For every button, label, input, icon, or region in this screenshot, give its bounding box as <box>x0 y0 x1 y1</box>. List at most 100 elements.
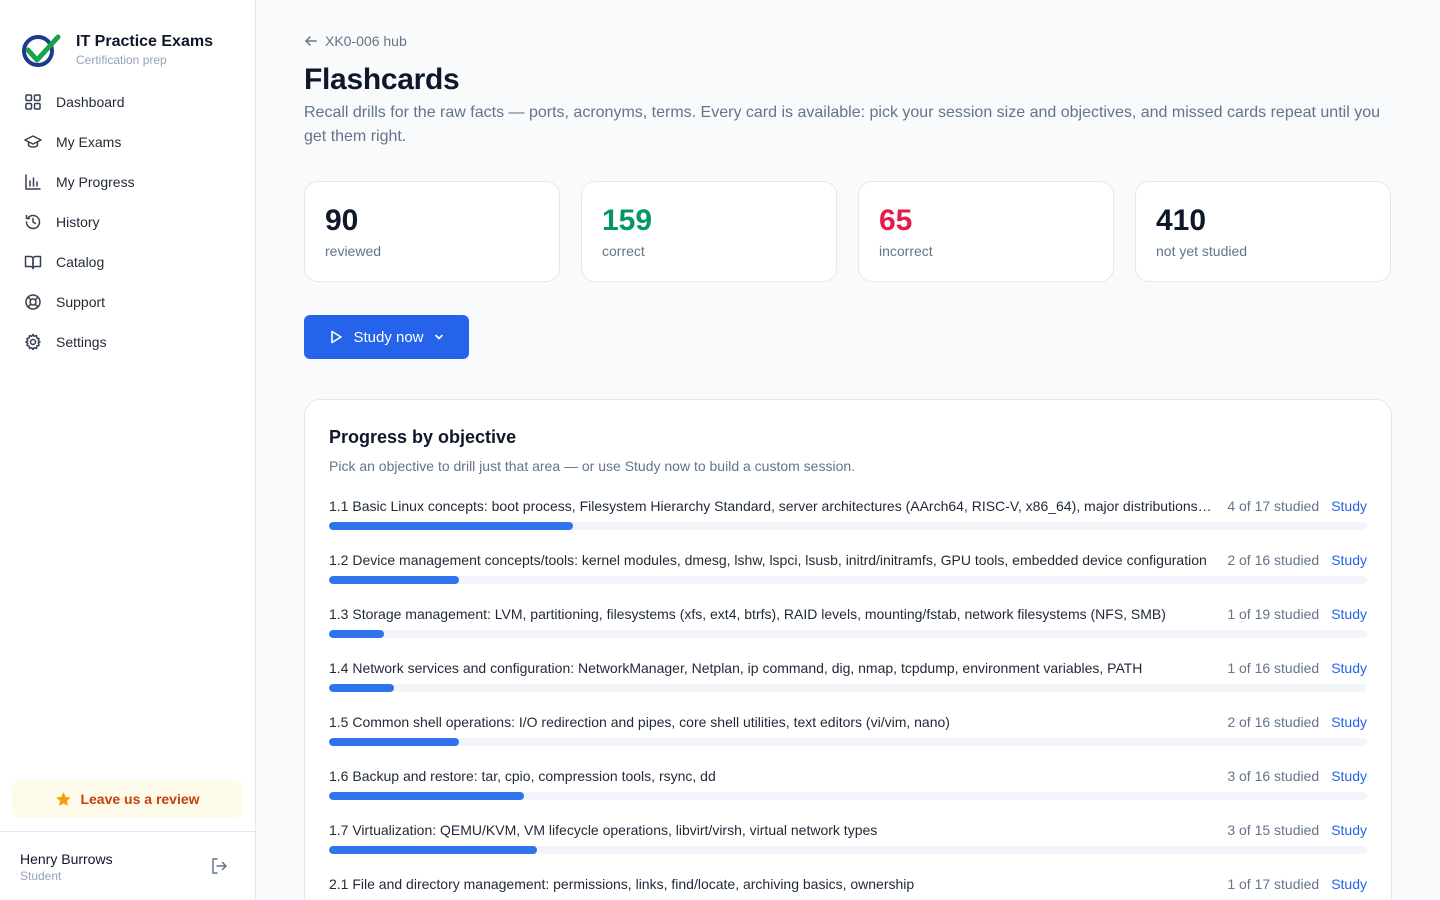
objective-count: 1 of 19 studied <box>1227 606 1320 622</box>
stat-card-correct: 159 correct <box>581 181 837 282</box>
objective-progress-track <box>329 630 1367 638</box>
objective-name: 1.3 Storage management: LVM, partitionin… <box>329 606 1166 622</box>
objective-progress-track <box>329 846 1367 854</box>
objective-progress-track <box>329 576 1367 584</box>
card-subtitle: Pick an objective to drill just that are… <box>329 458 856 474</box>
user-name: Henry Burrows <box>20 851 113 867</box>
page-title: Flashcards <box>304 63 460 96</box>
objective-progress-track <box>329 738 1367 746</box>
dashboard-icon <box>25 94 41 110</box>
stat-value: 159 <box>602 204 653 237</box>
sidebar-item-label: History <box>56 214 100 230</box>
stat-card-reviewed: 90 reviewed <box>304 181 560 282</box>
sidebar-nav: Dashboard My Exams My Progress History C… <box>0 82 255 362</box>
graduation-cap-icon <box>24 135 42 148</box>
objective-study-link[interactable]: Study <box>1331 498 1367 514</box>
objective-list: 1.1 Basic Linux concepts: boot process, … <box>329 496 1367 900</box>
sidebar-item-dashboard[interactable]: Dashboard <box>12 82 243 122</box>
objective-row: 1.3 Storage management: LVM, partitionin… <box>329 604 1367 658</box>
sidebar-item-my-exams[interactable]: My Exams <box>12 122 243 162</box>
objective-study-link[interactable]: Study <box>1331 660 1367 676</box>
book-icon <box>24 255 42 270</box>
objective-name: 1.1 Basic Linux concepts: boot process, … <box>329 498 1228 514</box>
objective-study-link[interactable]: Study <box>1331 606 1367 622</box>
shield-check-logo-icon <box>22 34 61 67</box>
objective-name: 1.2 Device management concepts/tools: ke… <box>329 552 1207 568</box>
brand-subtitle: Certification prep <box>76 52 167 67</box>
star-icon <box>56 791 72 806</box>
objective-progress-track <box>329 684 1367 692</box>
objective-study-link[interactable]: Study <box>1331 876 1367 892</box>
brand-name: IT Practice Exams <box>76 32 213 50</box>
objective-study-link[interactable]: Study <box>1331 714 1367 730</box>
back-link-label: XK0-006 hub <box>325 33 407 49</box>
logout-icon[interactable] <box>209 856 229 876</box>
history-icon <box>25 214 41 230</box>
stat-card-incorrect: 65 incorrect <box>858 181 1114 282</box>
arrow-left-icon <box>305 36 317 46</box>
user-role: Student <box>20 869 62 883</box>
objective-header: 2.1 File and directory management: permi… <box>329 874 1367 894</box>
objective-name: 1.7 Virtualization: QEMU/KVM, VM lifecyc… <box>329 822 878 838</box>
page-description: Recall drills for the raw facts — ports,… <box>304 104 1380 145</box>
objective-row: 1.4 Network services and configuration: … <box>329 658 1367 712</box>
sidebar-item-label: My Exams <box>56 134 122 150</box>
stat-value: 410 <box>1156 204 1207 237</box>
sidebar-item-label: Settings <box>56 334 107 350</box>
objective-progress-track <box>329 522 1367 530</box>
objective-count: 3 of 16 studied <box>1227 768 1320 784</box>
sidebar-item-my-progress[interactable]: My Progress <box>12 162 243 202</box>
objective-header: 1.7 Virtualization: QEMU/KVM, VM lifecyc… <box>329 820 1367 840</box>
objective-study-link[interactable]: Study <box>1331 822 1367 838</box>
card-title: Progress by objective <box>329 427 517 447</box>
study-now-button[interactable]: Study now <box>304 315 469 359</box>
back-link[interactable]: XK0-006 hub <box>304 33 407 49</box>
leave-review-button[interactable]: Leave us a review <box>12 780 243 818</box>
objective-count: 2 of 16 studied <box>1227 714 1320 730</box>
objective-count: 2 of 16 studied <box>1227 552 1320 568</box>
lifebuoy-icon <box>25 294 41 310</box>
objective-study-link[interactable]: Study <box>1331 768 1367 784</box>
sidebar-item-catalog[interactable]: Catalog <box>12 242 243 282</box>
leave-review-label: Leave us a review <box>80 791 200 807</box>
sidebar-item-settings[interactable]: Settings <box>12 322 243 362</box>
objective-row: 1.2 Device management concepts/tools: ke… <box>329 550 1367 604</box>
objective-count: 3 of 15 studied <box>1227 822 1320 838</box>
sidebar-item-label: Catalog <box>56 254 105 270</box>
sidebar-item-support[interactable]: Support <box>12 282 243 322</box>
gear-icon <box>25 333 41 351</box>
user-profile: Henry Burrows Student <box>0 831 255 900</box>
stat-card-not-studied: 410 not yet studied <box>1135 181 1391 282</box>
objective-header: 1.2 Device management concepts/tools: ke… <box>329 550 1367 570</box>
objective-progress-fill <box>329 738 459 746</box>
objective-header: 1.6 Backup and restore: tar, cpio, compr… <box>329 766 1367 786</box>
play-icon <box>331 330 343 344</box>
stat-label: reviewed <box>325 243 382 259</box>
objective-row: 1.1 Basic Linux concepts: boot process, … <box>329 496 1367 550</box>
sidebar-item-history[interactable]: History <box>12 202 243 242</box>
objective-header: 1.1 Basic Linux concepts: boot process, … <box>329 496 1367 516</box>
objective-progress-fill <box>329 576 459 584</box>
objective-header: 1.4 Network services and configuration: … <box>329 658 1367 678</box>
objective-row: 2.1 File and directory management: permi… <box>329 874 1367 900</box>
objective-study-link[interactable]: Study <box>1331 552 1367 568</box>
objective-row: 1.5 Common shell operations: I/O redirec… <box>329 712 1367 766</box>
objective-header: 1.3 Storage management: LVM, partitionin… <box>329 604 1367 624</box>
bar-chart-icon <box>25 174 41 190</box>
stats-row: 90 reviewed 159 correct 65 incorrect 410… <box>304 181 1392 282</box>
brand[interactable]: IT Practice Exams Certification prep <box>0 0 255 78</box>
stat-label: not yet studied <box>1156 243 1248 259</box>
sidebar: IT Practice Exams Certification prep Das… <box>0 0 256 900</box>
objective-row: 1.6 Backup and restore: tar, cpio, compr… <box>329 766 1367 820</box>
objective-count: 1 of 17 studied <box>1227 876 1320 892</box>
stat-label: incorrect <box>879 243 933 259</box>
objective-name: 1.5 Common shell operations: I/O redirec… <box>329 714 950 730</box>
sidebar-item-label: Support <box>56 294 106 310</box>
objective-name: 1.4 Network services and configuration: … <box>329 660 1143 676</box>
stat-label: correct <box>602 243 645 259</box>
objective-progress-fill <box>329 630 384 638</box>
objective-progress-fill <box>329 846 537 854</box>
objective-progress-fill <box>329 522 574 530</box>
objective-count: 4 of 17 studied <box>1227 498 1320 514</box>
objective-name: 2.1 File and directory management: permi… <box>329 876 915 892</box>
